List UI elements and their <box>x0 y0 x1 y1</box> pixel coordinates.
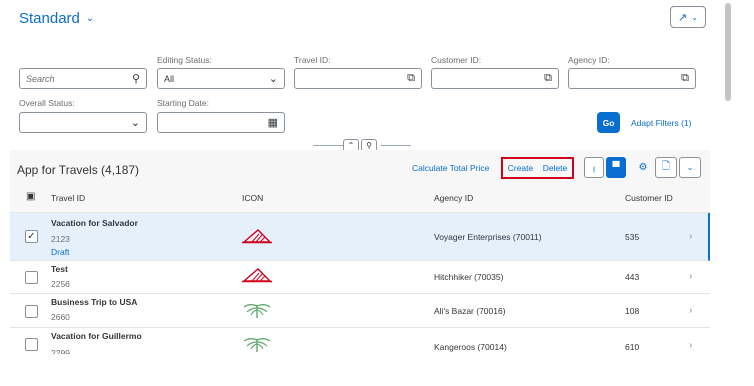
divider-line <box>313 145 343 146</box>
starting-date-label: Starting Date: <box>157 98 209 108</box>
search-icon[interactable]: ⚲ <box>132 72 140 85</box>
variant-selector[interactable]: Standard ⌄ <box>19 10 94 27</box>
search-input[interactable]: Search ⚲ <box>19 68 147 89</box>
travel-id: 2660 <box>51 312 70 322</box>
create-delete-group: Create Delete <box>501 157 574 179</box>
chevron-right-icon[interactable]: › <box>689 340 692 351</box>
travel-app-page: Standard ⌄ ↗ ⌄ Editing Status: Travel ID… <box>0 0 754 386</box>
column-header-customer-id[interactable]: Customer ID <box>625 193 673 203</box>
column-header-agency-id[interactable]: Agency ID <box>434 193 473 203</box>
red-mountain-icon <box>242 228 272 249</box>
row-checkbox[interactable] <box>25 271 38 284</box>
starting-date-field[interactable]: ▦ <box>157 112 285 133</box>
customer-id-field[interactable]: ⧉ <box>431 68 559 89</box>
table-row[interactable]: ✓ Vacation for Salvador 2123 Draft Voyag… <box>10 213 710 261</box>
travel-title: Vacation for Guillermo <box>51 331 142 341</box>
gear-icon: ⚙ <box>638 162 648 173</box>
customer-id-label: Customer ID: <box>431 55 482 65</box>
table-header-row <box>10 183 710 213</box>
chevron-right-icon[interactable]: › <box>689 271 692 282</box>
agency-name: Hitchhiker (70035) <box>434 272 504 282</box>
agency-id-label: Agency ID: <box>568 55 610 65</box>
table-title: App for Travels (4,187) <box>17 163 140 177</box>
value-help-icon[interactable]: ⧉ <box>681 72 689 85</box>
travel-title: Test <box>51 264 68 274</box>
draft-status[interactable]: Draft <box>51 247 69 257</box>
travel-id: 2299 <box>51 348 70 354</box>
chevron-right-icon[interactable]: › <box>689 231 692 242</box>
chevron-down-icon: ⌄ <box>691 12 698 22</box>
delete-button[interactable]: Delete <box>543 163 568 173</box>
customer-id: 443 <box>625 272 640 282</box>
variant-label: Standard <box>19 10 80 27</box>
chevron-right-icon[interactable]: › <box>689 305 692 316</box>
chevron-down-icon[interactable]: ⌄ <box>131 116 140 129</box>
export-menu-button[interactable]: ⌄ <box>679 157 701 178</box>
travel-id-field[interactable]: ⧉ <box>294 68 422 89</box>
green-palm-icon <box>242 301 272 324</box>
row-checkbox[interactable] <box>25 338 38 351</box>
agency-name: Kangeroos (70014) <box>434 342 507 352</box>
customer-id: 610 <box>625 342 640 352</box>
overall-status-select[interactable]: ⌄ <box>19 112 147 133</box>
red-mountain-icon <box>242 267 272 288</box>
export-button[interactable]: 🗋 <box>655 157 677 178</box>
calendar-icon[interactable]: ▦ <box>268 116 278 129</box>
agency-id-field[interactable]: ⧉ <box>568 68 696 89</box>
adapt-filters-link[interactable]: Adapt Filters (1) <box>631 118 691 128</box>
chevron-down-icon: ⌄ <box>686 163 694 172</box>
table-row[interactable]: Business Trip to USA 2660 Ali's Bazar (7… <box>10 294 710 328</box>
column-header-travel-id[interactable]: Travel ID <box>51 193 85 203</box>
column-header-icon[interactable]: ICON <box>242 193 263 203</box>
go-button[interactable]: Go <box>597 112 620 133</box>
details-active-icon: ▀ <box>612 162 620 173</box>
settings-button[interactable]: ⚙ <box>634 157 652 178</box>
search-placeholder: Search <box>26 73 55 84</box>
details-icon: ╷ <box>590 162 598 173</box>
travel-id: 2123 <box>51 234 70 244</box>
scrollbar-thumb[interactable] <box>725 3 731 101</box>
travel-id: 2256 <box>51 279 70 289</box>
overall-status-label: Overall Status: <box>19 98 75 108</box>
row-checkbox[interactable]: ✓ <box>25 230 38 243</box>
travel-id-label: Travel ID: <box>294 55 331 65</box>
row-checkbox[interactable] <box>25 305 38 318</box>
value-help-icon[interactable]: ⧉ <box>407 72 415 85</box>
calculate-total-price-button[interactable]: Calculate Total Price <box>412 163 489 173</box>
travel-title: Vacation for Salvador <box>51 218 138 228</box>
editing-status-label: Editing Status: <box>157 55 212 65</box>
create-button[interactable]: Create <box>508 163 534 173</box>
hide-details-button[interactable]: ▀ <box>606 157 626 178</box>
editing-status-select[interactable]: All ⌄ <box>157 68 285 89</box>
export-icon: 🗋 <box>661 161 671 172</box>
page-bottom-area <box>0 355 722 386</box>
customer-id: 108 <box>625 306 640 316</box>
chevron-down-icon: ⌄ <box>85 13 95 24</box>
select-all-icon[interactable]: ▣ <box>26 191 35 202</box>
divider-line <box>381 145 411 146</box>
share-button[interactable]: ↗ ⌄ <box>670 6 706 28</box>
travel-title: Business Trip to USA <box>51 297 138 307</box>
customer-id: 535 <box>625 232 640 242</box>
editing-status-value: All <box>164 73 175 84</box>
agency-name: Ali's Bazar (70016) <box>434 306 506 316</box>
chevron-down-icon[interactable]: ⌄ <box>269 72 278 85</box>
table-row[interactable]: Test 2256 Hitchhiker (70035) 443 › <box>10 261 710 294</box>
show-details-button[interactable]: ╷ <box>584 157 604 178</box>
agency-name: Voyager Enterprises (70011) <box>434 232 542 242</box>
share-icon: ↗ <box>678 11 688 24</box>
value-help-icon[interactable]: ⧉ <box>544 72 552 85</box>
